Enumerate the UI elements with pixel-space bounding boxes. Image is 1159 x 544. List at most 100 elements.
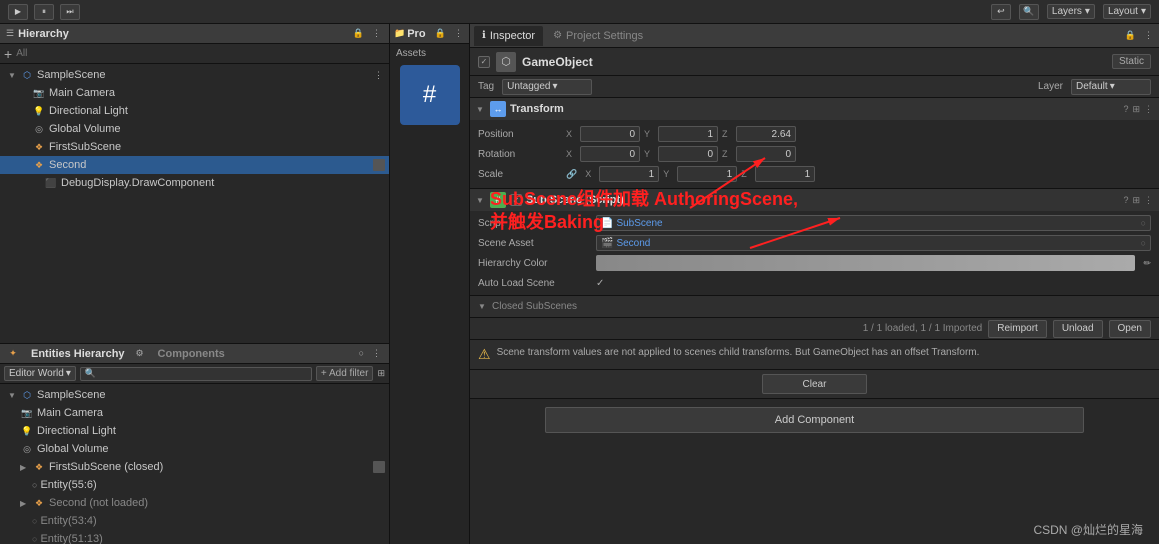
entities-more-button[interactable]: ⋮ (370, 348, 383, 359)
transform-settings-button[interactable]: ⊞ (1132, 104, 1140, 115)
components-tab[interactable]: Components (158, 348, 225, 360)
world-dropdown[interactable]: Editor World ▾ (4, 366, 76, 381)
reimport-button[interactable]: Reimport (988, 320, 1047, 338)
inspector-tab[interactable]: ℹ Inspector (474, 26, 543, 46)
subscene-enabled-checkbox[interactable]: ✓ (510, 194, 522, 206)
tree-item-main-camera[interactable]: 📷 Main Camera (0, 84, 389, 102)
layer-value: Default (1076, 81, 1108, 92)
entity-label: FirstSubScene (closed) (49, 461, 163, 473)
project-content: Assets # (390, 44, 469, 544)
entity-label: Entity(51:13) (40, 533, 102, 544)
tree-label: FirstSubScene (49, 141, 121, 153)
position-y-input[interactable] (658, 126, 718, 142)
scale-y-input[interactable] (677, 166, 737, 182)
x-label: X (585, 169, 595, 179)
tree-label: Directional Light (49, 105, 128, 117)
scene-asset-row: Scene Asset 🎬 Second ○ (478, 233, 1151, 253)
hierarchy-color-edit-button[interactable]: ✏ (1143, 258, 1151, 269)
rotation-y-input[interactable] (658, 146, 718, 162)
position-x-input[interactable] (580, 126, 640, 142)
add-component-button[interactable]: Add Component (545, 407, 1083, 433)
scale-z-input[interactable] (755, 166, 815, 182)
hierarchy-search-input[interactable] (16, 48, 385, 59)
play-button[interactable]: ▶ (8, 4, 28, 20)
entity-item-firstsubscene[interactable]: ▶ ❖ FirstSubScene (closed) (0, 458, 389, 476)
search-button[interactable]: 🔍 (1019, 4, 1039, 20)
subscene-header[interactable]: ▼ # ✓ Sub Scene (Script) ? ⊞ ⋮ (470, 189, 1159, 211)
rotation-xyz: X Y Z (566, 146, 1151, 162)
lock-button[interactable]: 🔒 (351, 28, 366, 39)
project-settings-tab[interactable]: ⚙ Project Settings (545, 26, 651, 46)
entity-item-second-not-loaded[interactable]: ▶ ❖ Second (not loaded) (0, 494, 389, 512)
inspector-more-button[interactable]: ⋮ (1142, 30, 1155, 41)
entity-item-entity-55[interactable]: ○ Entity(55:6) (0, 476, 389, 494)
tag-dropdown[interactable]: Untagged ▾ (502, 79, 592, 95)
entity-item-samplescene[interactable]: ▼ ⬡ SampleScene (0, 386, 389, 404)
world-label: Editor World (9, 368, 64, 379)
subscene-settings-button[interactable]: ⊞ (1132, 195, 1140, 206)
transform-help-button[interactable]: ? (1123, 104, 1128, 115)
scene-asset-circle-btn[interactable]: ○ (1141, 238, 1146, 248)
tree-label: SampleScene (37, 69, 106, 81)
lock-button[interactable]: 🔒 (433, 28, 448, 39)
entities-icon: ✦ (6, 347, 20, 361)
entity-label: SampleScene (37, 389, 106, 401)
more-button[interactable]: ⋮ (370, 28, 383, 39)
layers-dropdown[interactable]: Layers ▾ (1047, 4, 1095, 19)
inspector-tab-actions: 🔒 ⋮ (1123, 30, 1155, 41)
static-button[interactable]: Static (1112, 54, 1151, 69)
hierarchy-color-swatch[interactable] (596, 255, 1135, 271)
grid-icon[interactable]: ⊞ (377, 368, 385, 379)
entity-label: Second (not loaded) (49, 497, 148, 509)
add-hierarchy-button[interactable]: + (4, 47, 12, 61)
playback-controls: ▶ ⏸ ⏭ (8, 4, 80, 20)
transform-header[interactable]: ▼ ↔ Transform ? ⊞ ⋮ (470, 98, 1159, 120)
scene-icon: ⬡ (20, 68, 34, 82)
more-button[interactable]: ⋮ (452, 28, 465, 39)
asset-icon[interactable]: # (400, 65, 460, 125)
inspector-lock-button[interactable]: 🔒 (1123, 30, 1138, 41)
position-z-input[interactable] (736, 126, 796, 142)
scene-menu-button[interactable]: ⋮ (372, 70, 385, 81)
layer-dropdown[interactable]: Default ▾ (1071, 79, 1151, 95)
tree-item-firstsubscene[interactable]: ❖ FirstSubScene (0, 138, 389, 156)
assets-label: Assets (390, 44, 469, 63)
z-label: Z (741, 169, 751, 179)
top-bar: ▶ ⏸ ⏭ ↩ 🔍 Layers ▾ Layout ▾ (0, 0, 1159, 24)
script-circle-btn[interactable]: ○ (1141, 218, 1146, 228)
script-value[interactable]: 📄 SubScene ○ (596, 215, 1151, 231)
pause-button[interactable]: ⏸ (34, 4, 54, 20)
hierarchy-title: Hierarchy (18, 28, 69, 40)
layout-dropdown[interactable]: Layout ▾ (1103, 4, 1151, 19)
step-button[interactable]: ⏭ (60, 4, 80, 20)
transform-more-button[interactable]: ⋮ (1144, 104, 1153, 115)
rotation-x-input[interactable] (580, 146, 640, 162)
entities-search-icon[interactable]: ○ (357, 348, 366, 359)
subscene-more-button[interactable]: ⋮ (1144, 195, 1153, 206)
open-button[interactable]: Open (1109, 320, 1151, 338)
rotation-z-input[interactable] (736, 146, 796, 162)
scene-asset-value[interactable]: 🎬 Second ○ (596, 235, 1151, 251)
subscene-help-button[interactable]: ? (1123, 195, 1128, 206)
tree-item-debugdisplay[interactable]: ⬛ DebugDisplay.DrawComponent (0, 174, 389, 192)
entity-item-entity-51[interactable]: ○ Entity(51:13) (0, 530, 389, 544)
gameobject-active-checkbox[interactable]: ✓ (478, 56, 490, 68)
project-settings-label: Project Settings (566, 30, 643, 42)
history-button[interactable]: ↩ (991, 4, 1011, 20)
tree-item-samplescene[interactable]: ▼ ⬡ SampleScene ⋮ (0, 66, 389, 84)
entity-item-main-camera[interactable]: 📷 Main Camera (0, 404, 389, 422)
tree-item-directional-light[interactable]: 💡 Directional Light (0, 102, 389, 120)
tree-item-global-volume[interactable]: ◎ Global Volume (0, 120, 389, 138)
tree-item-second[interactable]: ❖ Second (0, 156, 389, 174)
scale-xyz: X Y Z (585, 166, 1151, 182)
closed-subscenes-toggle[interactable]: ▼ (478, 302, 488, 311)
project-icon: 📁 (394, 28, 405, 39)
add-filter-button[interactable]: + Add filter (316, 366, 374, 381)
entities-hierarchy-tab[interactable]: Entities Hierarchy (31, 348, 125, 360)
unload-button[interactable]: Unload (1053, 320, 1103, 338)
entity-item-global-volume[interactable]: ◎ Global Volume (0, 440, 389, 458)
entity-item-directional-light[interactable]: 💡 Directional Light (0, 422, 389, 440)
clear-button[interactable]: Clear (762, 374, 868, 394)
scale-x-input[interactable] (599, 166, 659, 182)
entity-item-entity-53[interactable]: ○ Entity(53:4) (0, 512, 389, 530)
